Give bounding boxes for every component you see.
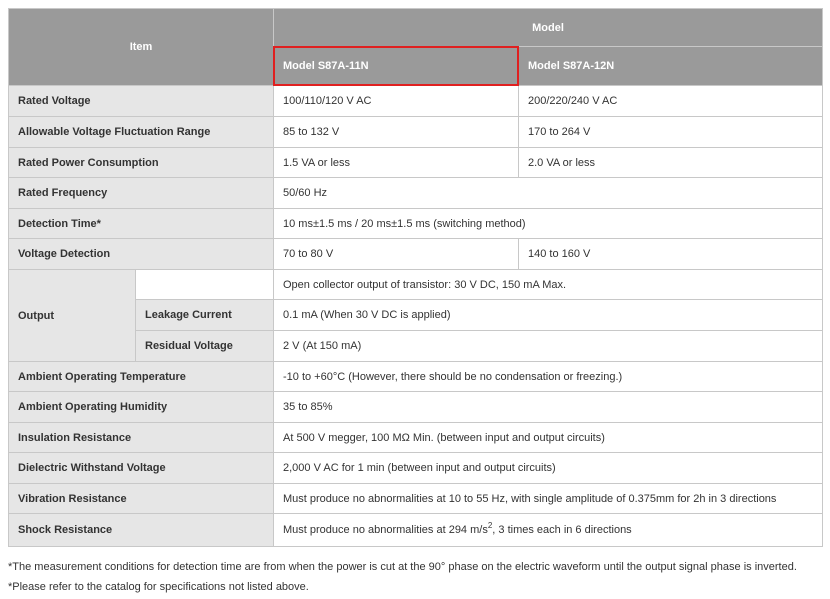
row-label-shock: Shock Resistance: [8, 513, 274, 547]
cell-power-11n: 1.5 VA or less: [273, 147, 519, 178]
footnotes: *The measurement conditions for detectio…: [8, 559, 822, 599]
footnote-detection-time: *The measurement conditions for detectio…: [8, 561, 797, 573]
cell-voltage-detection-12n: 140 to 160 V: [518, 238, 823, 270]
header-model: Model: [273, 8, 823, 47]
cell-power-12n: 2.0 VA or less: [518, 147, 823, 178]
table-row: Rated Voltage 100/110/120 V AC 200/220/2…: [8, 85, 823, 117]
cell-residual-voltage: 2 V (At 150 mA): [273, 330, 823, 362]
spec-table: Item Model Model S87A-11N Model S87A-12N…: [8, 8, 823, 547]
row-label-insulation: Insulation Resistance: [8, 422, 274, 453]
output-spacer: [135, 269, 274, 300]
row-label-output: Output: [8, 269, 136, 362]
row-label-temperature: Ambient Operating Temperature: [8, 361, 274, 392]
table-row: Rated Power Consumption 1.5 VA or less 2…: [8, 147, 823, 178]
cell-rated-voltage-11n: 100/110/120 V AC: [273, 85, 519, 117]
row-label-rated-voltage: Rated Voltage: [8, 85, 274, 117]
cell-fluctuation-11n: 85 to 132 V: [273, 116, 519, 148]
cell-output-main: Open collector output of transistor: 30 …: [273, 269, 823, 300]
cell-fluctuation-12n: 170 to 264 V: [518, 116, 823, 148]
cell-frequency: 50/60 Hz: [273, 177, 823, 209]
cell-rated-voltage-12n: 200/220/240 V AC: [518, 85, 823, 117]
row-label-humidity: Ambient Operating Humidity: [8, 391, 274, 423]
cell-voltage-detection-11n: 70 to 80 V: [273, 238, 519, 270]
table-row: Output Open collector output of transist…: [8, 269, 823, 362]
row-label-power: Rated Power Consumption: [8, 147, 274, 178]
row-label-frequency: Rated Frequency: [8, 177, 274, 209]
table-row: Shock Resistance Must produce no abnorma…: [8, 513, 823, 547]
table-row: Vibration Resistance Must produce no abn…: [8, 483, 823, 514]
table-row: Voltage Detection 70 to 80 V 140 to 160 …: [8, 238, 823, 270]
footnote-catalog: *Please refer to the catalog for specifi…: [8, 581, 309, 593]
cell-vibration: Must produce no abnormalities at 10 to 5…: [273, 483, 823, 514]
row-label-vibration: Vibration Resistance: [8, 483, 274, 514]
shock-value-text: Must produce no abnormalities at 294 m/s: [283, 524, 488, 536]
cell-detection-time: 10 ms±1.5 ms / 20 ms±1.5 ms (switching m…: [273, 208, 823, 239]
header-model-s87a-11n[interactable]: Model S87A-11N: [273, 46, 520, 87]
table-row: Allowable Voltage Fluctuation Range 85 t…: [8, 116, 823, 148]
table-row: Ambient Operating Temperature -10 to +60…: [8, 361, 823, 392]
table-row: Detection Time* 10 ms±1.5 ms / 20 ms±1.5…: [8, 208, 823, 239]
cell-humidity: 35 to 85%: [273, 391, 823, 423]
table-row: Insulation Resistance At 500 V megger, 1…: [8, 422, 823, 453]
shock-value-suffix: , 3 times each in 6 directions: [492, 524, 632, 536]
row-label-voltage-detection: Voltage Detection: [8, 238, 274, 270]
table-row: Ambient Operating Humidity 35 to 85%: [8, 391, 823, 423]
header-item: Item: [8, 8, 274, 86]
row-label-fluctuation: Allowable Voltage Fluctuation Range: [8, 116, 274, 148]
table-row: Rated Frequency 50/60 Hz: [8, 177, 823, 209]
cell-leakage-current: 0.1 mA (When 30 V DC is applied): [273, 299, 823, 331]
cell-dielectric: 2,000 V AC for 1 min (between input and …: [273, 452, 823, 484]
cell-temperature: -10 to +60°C (However, there should be n…: [273, 361, 823, 392]
cell-shock: Must produce no abnormalities at 294 m/s…: [273, 513, 823, 547]
row-label-leakage-current: Leakage Current: [135, 299, 274, 331]
header-model-s87a-12n[interactable]: Model S87A-12N: [518, 46, 823, 86]
row-label-detection-time: Detection Time*: [8, 208, 274, 239]
header-row: Item Model: [8, 8, 823, 86]
row-label-residual-voltage: Residual Voltage: [135, 330, 274, 362]
row-label-dielectric: Dielectric Withstand Voltage: [8, 452, 274, 484]
table-row: Dielectric Withstand Voltage 2,000 V AC …: [8, 452, 823, 484]
cell-insulation: At 500 V megger, 100 MΩ Min. (between in…: [273, 422, 823, 453]
